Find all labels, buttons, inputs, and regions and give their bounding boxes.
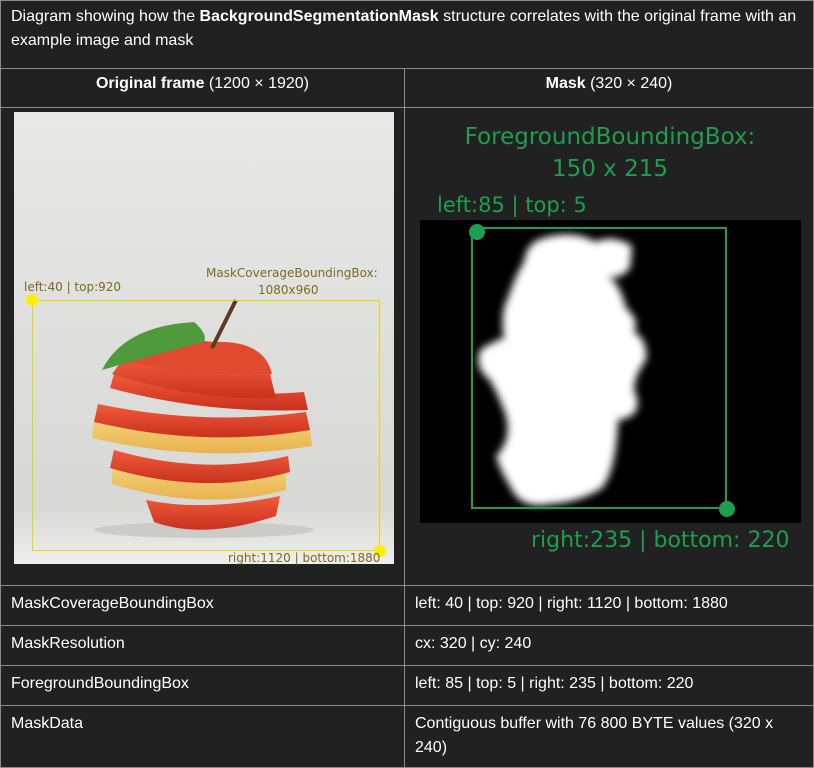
coverage-box-label-line2: 1080x960 <box>258 283 319 297</box>
fg-bottom-right-label: right:235 | bottom: 220 <box>531 528 790 553</box>
row-value-mask-coverage: left: 40 | top: 920 | right: 1120 | bott… <box>404 585 814 626</box>
fg-bottom-right-marker <box>719 501 735 517</box>
row-value-mask-resolution: cx: 320 | cy: 240 <box>404 625 814 666</box>
fg-title-line2: 150 x 215 <box>551 156 669 182</box>
fg-top-left-label: left:85 | top: 5 <box>437 193 587 217</box>
diagram-table: Diagram showing how the BackgroundSegmen… <box>0 0 814 768</box>
row-label-mask-resolution: MaskResolution <box>0 625 405 666</box>
coverage-bottom-right-label: right:1120 | bottom:1880 <box>228 551 381 565</box>
header-left-bold: Original frame <box>95 75 205 92</box>
row-value-foreground-bbox: left: 85 | top: 5 | right: 235 | bottom:… <box>404 665 814 706</box>
row-value-mask-data: Contiguous buffer with 76 800 BYTE value… <box>404 705 814 768</box>
header-original-frame: Original frame (1200 × 1920) <box>0 68 405 108</box>
fg-top-left-marker <box>469 224 485 240</box>
row-label-mask-coverage: MaskCoverageBoundingBox <box>0 585 405 626</box>
caption-prefix: Diagram showing how the <box>11 8 200 25</box>
coverage-box-label-line1: MaskCoverageBoundingBox: <box>206 266 378 280</box>
header-right-dims: (320 × 240) <box>585 75 673 92</box>
top-left-marker <box>26 294 38 306</box>
table-caption: Diagram showing how the BackgroundSegmen… <box>0 0 814 69</box>
caption-bold: BackgroundSegmentationMask <box>199 8 439 25</box>
header-left-dims: (1200 × 1920) <box>204 75 309 92</box>
row-label-foreground-bbox: ForegroundBoundingBox <box>0 665 405 706</box>
row-label-mask-data: MaskData <box>0 705 405 768</box>
mask-coverage-bounding-box <box>32 300 380 551</box>
header-mask: Mask (320 × 240) <box>404 68 814 108</box>
coverage-top-left-label: left:40 | top:920 <box>24 280 122 294</box>
fg-title-line1: ForegroundBoundingBox: <box>464 124 756 150</box>
header-right-bold: Mask <box>545 75 586 92</box>
foreground-bounding-box <box>471 227 727 509</box>
